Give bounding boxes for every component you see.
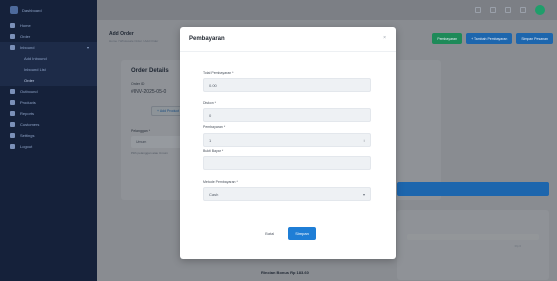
sidebar-item-customers[interactable]: Customers xyxy=(0,119,97,130)
sidebar-item-label: Outbound xyxy=(20,89,38,94)
total-payment-input[interactable]: 0.00 xyxy=(203,78,371,92)
expand-icon[interactable] xyxy=(520,7,526,13)
summary-bar xyxy=(397,182,549,196)
modal-header: Pembayaran × xyxy=(180,27,396,52)
payment-method-label: Metode Pembayaran * xyxy=(203,180,238,184)
save-order-button[interactable]: Simpan Pesanan xyxy=(516,33,553,44)
payment-modal: Pembayaran × Total Pembayaran * 0.00 Dis… xyxy=(180,27,396,259)
sidebar-item-label: Inbound List xyxy=(24,67,46,72)
sidebar-item-logout[interactable]: Logout xyxy=(0,141,97,152)
proof-label: Bukti Bayar * xyxy=(203,149,224,153)
gear-icon xyxy=(10,133,15,138)
cancel-button[interactable]: Batal xyxy=(260,228,279,239)
users-icon xyxy=(10,122,15,127)
sidebar-item-label: Logout xyxy=(20,144,33,149)
box-icon xyxy=(10,100,15,105)
sidebar-item-label: Products xyxy=(20,100,36,105)
sidebar-subitem-inbound-list[interactable]: Inbound List xyxy=(0,64,97,75)
summary-card: Rp 0 xyxy=(397,210,549,280)
message-icon[interactable] xyxy=(505,7,511,13)
logo-icon xyxy=(10,6,18,14)
sidebar: Dashboard Home Order Inbound ▾ Add Inbou… xyxy=(0,0,97,281)
brand-name: Dashboard xyxy=(22,7,42,13)
chevron-down-icon: ▾ xyxy=(362,191,365,197)
payment-number-input[interactable]: 1 ↕ xyxy=(203,133,371,147)
stepper-icon[interactable]: ↕ xyxy=(363,138,365,143)
discount-label: Diskon * xyxy=(203,101,217,105)
logout-icon xyxy=(10,144,15,149)
sidebar-item-products[interactable]: Products xyxy=(0,97,97,108)
chevron-down-icon: ▾ xyxy=(86,45,89,50)
avatar[interactable] xyxy=(535,5,545,15)
sidebar-subitem-add-inbound[interactable]: Add Inbound xyxy=(0,53,97,64)
truck-icon xyxy=(10,89,15,94)
page-title: Add Order xyxy=(109,31,134,37)
sidebar-subitem-order[interactable]: Order xyxy=(0,75,97,86)
bonus-summary: Rincian Bonus Rp 183.60 xyxy=(261,270,309,275)
sidebar-item-label: Order xyxy=(24,78,35,83)
sidebar-brand[interactable]: Dashboard xyxy=(0,0,97,20)
sidebar-item-label: Reports xyxy=(20,111,35,116)
order-id-label: Order ID xyxy=(131,82,145,86)
home-icon xyxy=(10,23,15,28)
topbar xyxy=(97,0,557,20)
payment-label: Pembayaran * xyxy=(203,125,226,129)
sidebar-item-home[interactable]: Home xyxy=(0,20,97,31)
sidebar-item-label: Order xyxy=(20,34,31,39)
customer-label: Pelanggan * xyxy=(131,129,151,133)
card-title: Order Details xyxy=(131,68,169,74)
payment-method-value: Cash xyxy=(209,191,219,197)
sidebar-item-label: Home xyxy=(20,23,31,28)
discount-input[interactable]: 0 xyxy=(203,108,371,122)
sidebar-item-label: Inbound xyxy=(20,45,35,50)
flag-icon[interactable] xyxy=(475,7,481,13)
sidebar-item-inbound[interactable]: Inbound ▾ xyxy=(0,42,97,53)
modal-title: Pembayaran xyxy=(189,36,225,42)
inbox-icon xyxy=(10,45,15,50)
customer-hint: Pilih pelanggan atau Umum xyxy=(131,151,168,155)
chart-icon xyxy=(10,111,15,116)
sidebar-item-settings[interactable]: Settings xyxy=(0,130,97,141)
payment-button[interactable]: Pembayaran xyxy=(432,33,463,44)
sidebar-item-outbound[interactable]: Outbound xyxy=(0,86,97,97)
payment-method-select[interactable]: Cash ▾ xyxy=(203,187,371,201)
add-payment-button[interactable]: + Tambah Pembayaran xyxy=(466,33,513,44)
header-actions: Pembayaran + Tambah Pembayaran Simpan Pe… xyxy=(432,33,553,44)
summary-line xyxy=(407,234,539,240)
summary-muted-value: Rp 0 xyxy=(514,244,521,248)
discount-value: 0 xyxy=(209,112,212,118)
payment-value: 1 xyxy=(209,137,212,143)
save-button[interactable]: Simpan xyxy=(288,227,316,240)
sidebar-item-reports[interactable]: Reports xyxy=(0,108,97,119)
modal-footer: Batal Simpan xyxy=(180,227,396,240)
order-id-value: #INV-2025-05-0 xyxy=(131,89,167,95)
list-icon xyxy=(10,34,15,39)
sidebar-item-label: Add Inbound xyxy=(24,56,47,61)
bell-icon[interactable] xyxy=(490,7,496,13)
proof-input[interactable] xyxy=(203,156,371,170)
total-payment-label: Total Pembayaran * xyxy=(203,71,234,75)
sidebar-item-label: Settings xyxy=(20,133,35,138)
sidebar-item-order[interactable]: Order xyxy=(0,31,97,42)
sidebar-item-label: Customers xyxy=(20,122,40,127)
total-payment-value: 0.00 xyxy=(209,82,217,88)
breadcrumb: Home / Wholesale Order / Add Order xyxy=(109,39,159,43)
topbar-actions xyxy=(475,5,545,15)
close-icon[interactable]: × xyxy=(383,35,386,41)
